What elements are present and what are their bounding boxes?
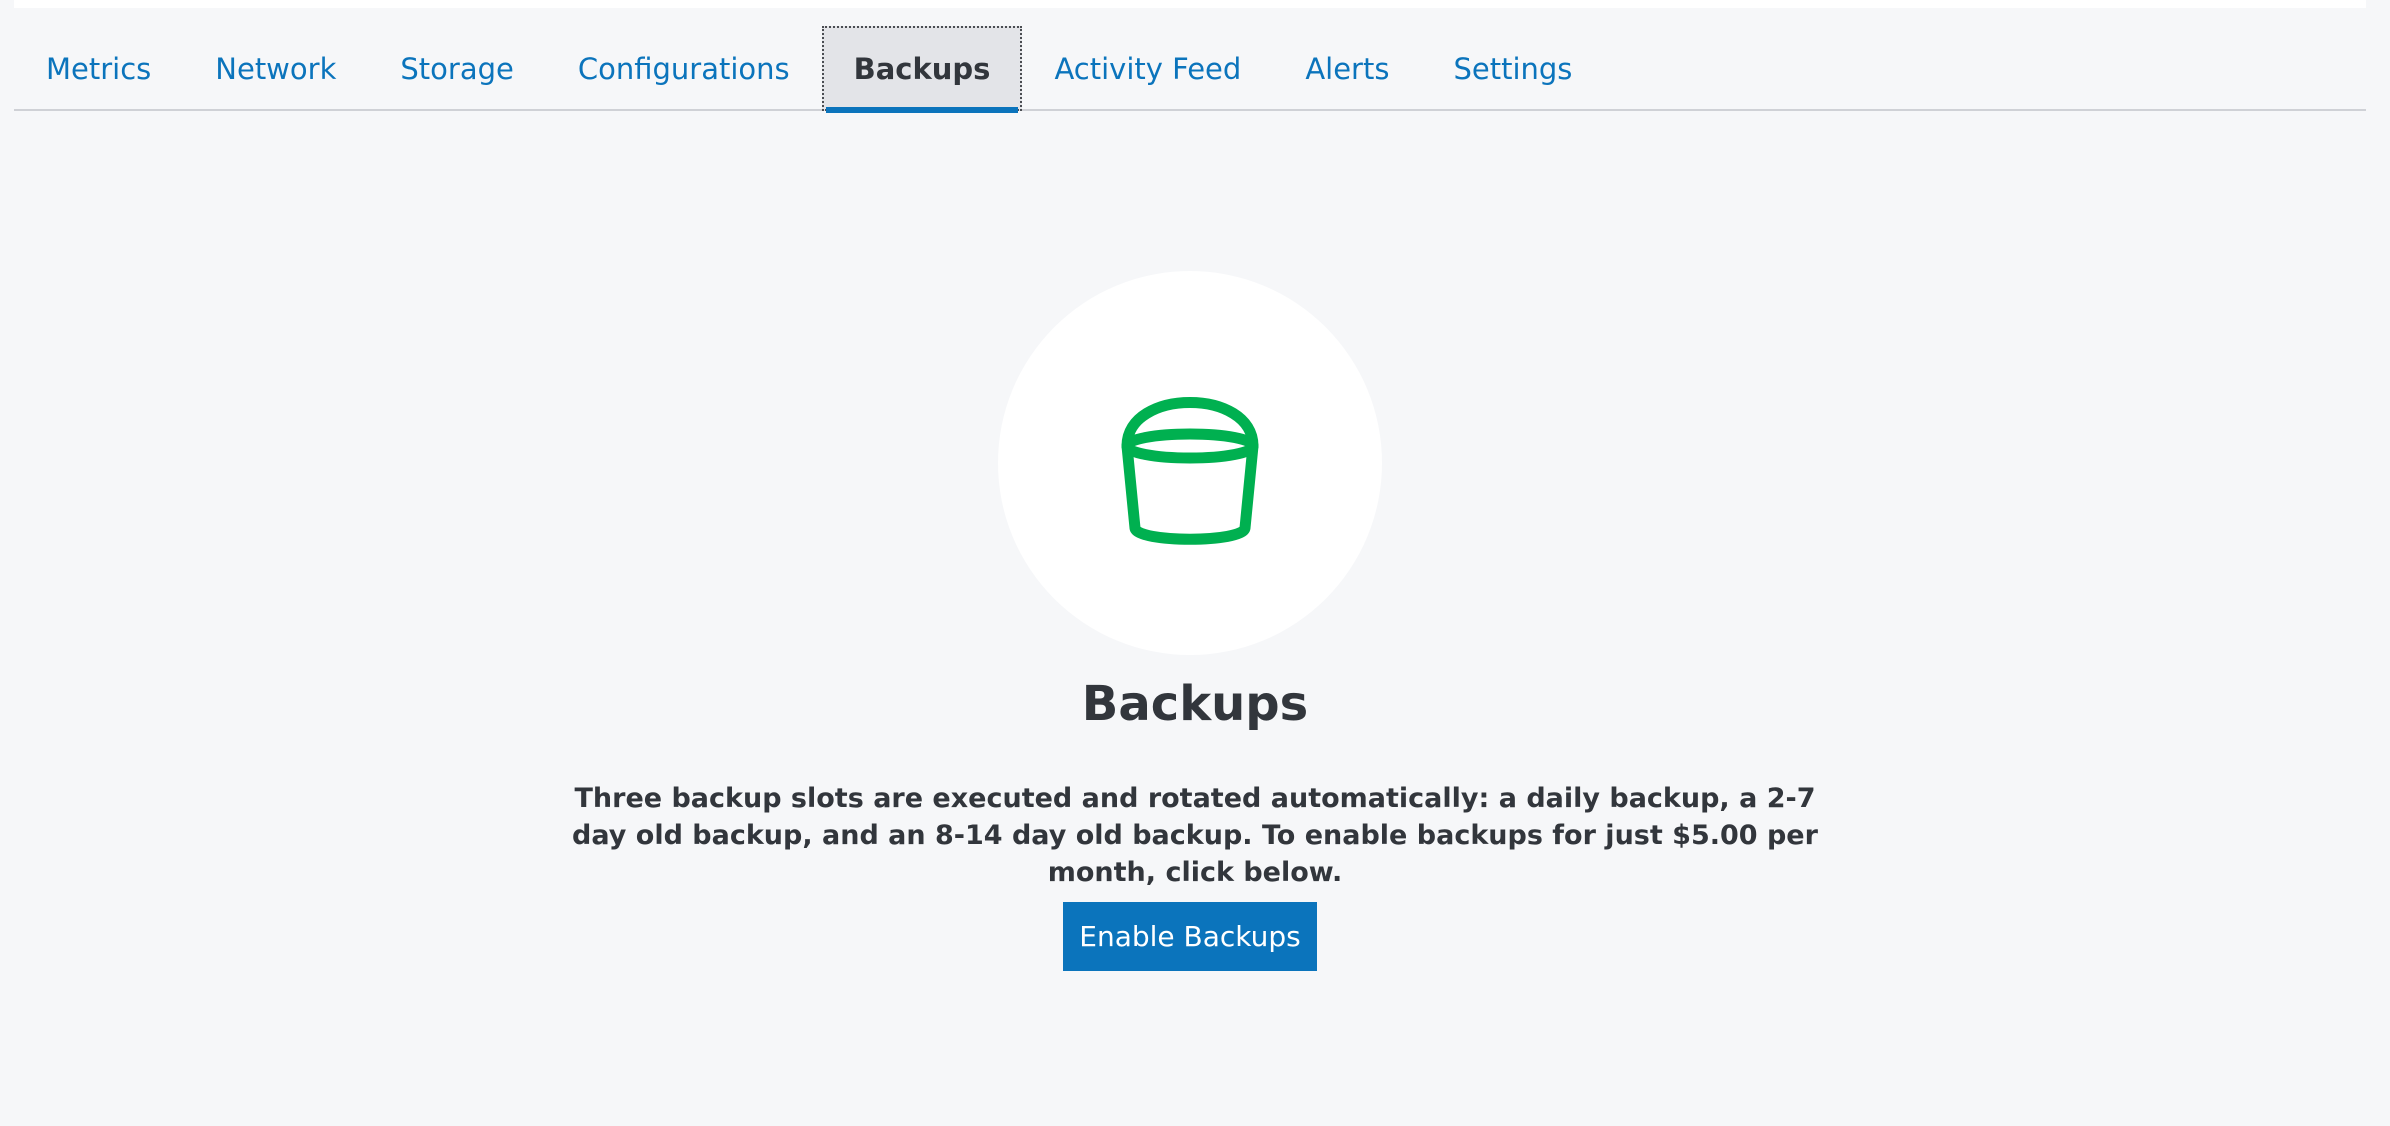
tab-label: Backups (853, 51, 991, 86)
tab-label: Configurations (577, 51, 790, 86)
tab-configurations[interactable]: Configurations (546, 26, 822, 111)
page-title: Backups (1081, 676, 1309, 732)
tab-label: Storage (400, 51, 514, 86)
tab-bar: Metrics Network Storage Configurations B… (14, 26, 2366, 113)
tab-label: Alerts (1305, 51, 1390, 86)
tab-activity-feed[interactable]: Activity Feed (1022, 26, 1273, 111)
tab-label: Activity Feed (1054, 51, 1242, 86)
top-strip (14, 0, 2366, 8)
tab-alerts[interactable]: Alerts (1273, 26, 1421, 111)
bucket-icon (1121, 397, 1259, 545)
tab-network[interactable]: Network (183, 26, 368, 111)
tab-backups[interactable]: Backups (821, 26, 1023, 113)
tab-label: Network (215, 51, 337, 86)
tab-label: Metrics (46, 51, 152, 86)
tab-settings[interactable]: Settings (1421, 26, 1604, 111)
backup-icon-circle (998, 271, 1382, 655)
tab-metrics[interactable]: Metrics (14, 26, 183, 111)
tab-label: Settings (1453, 51, 1573, 86)
tab-storage[interactable]: Storage (368, 26, 545, 111)
backups-description: Three backup slots are executed and rota… (572, 783, 1818, 888)
enable-backups-button[interactable]: Enable Backups (1063, 902, 1317, 971)
